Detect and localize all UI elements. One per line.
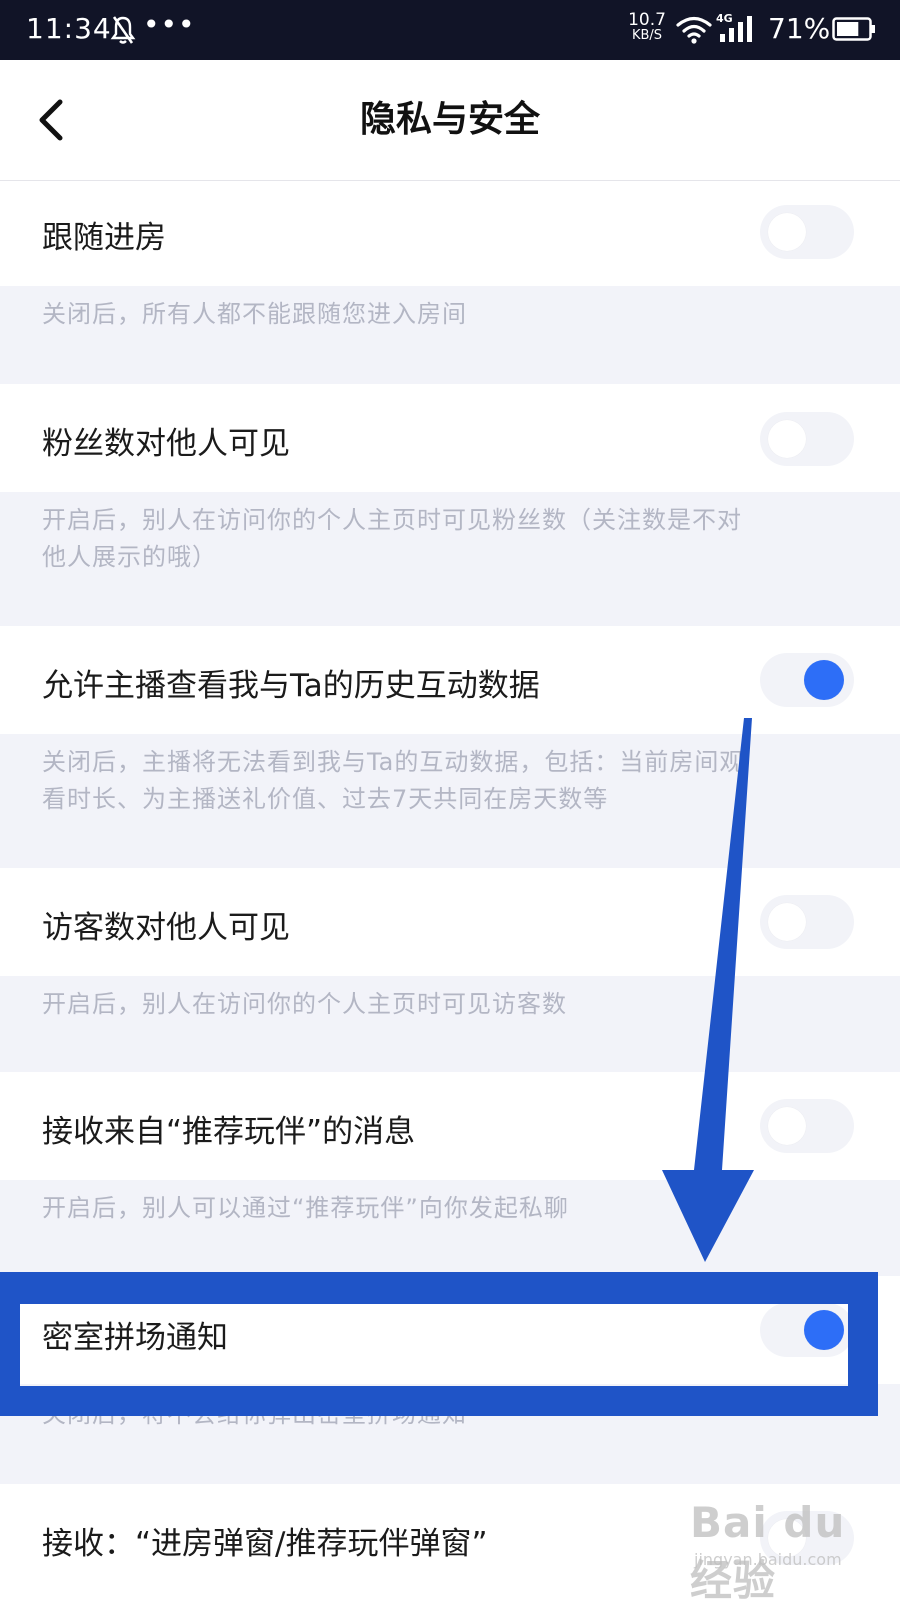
setting-description: 关闭后，主播将无法看到我与Ta的互动数据，包括：当前房间观 <box>42 748 745 776</box>
setting-label: 密室拼场通知 <box>42 1320 228 1356</box>
setting-description: 开启后，别人在访问你的个人主页时可见访客数 <box>42 990 567 1018</box>
notifications-off-icon <box>110 16 136 44</box>
setting-description: 看时长、为主播送礼价值、过去7天共同在房天数等 <box>42 785 609 813</box>
toggle-fans-visible[interactable] <box>760 412 854 466</box>
status-time: 11:34 <box>26 12 112 45</box>
setting-description: 开启后，别人可以通过“推荐玩伴”向你发起私聊 <box>42 1194 569 1222</box>
signal-icon: 4G <box>716 12 762 46</box>
setting-escape-room-notice: 密室拼场通知 <box>0 1276 900 1384</box>
setting-recommend-partner-messages: 接收来自“推荐玩伴”的消息 <box>0 1072 900 1180</box>
title-bar: 隐私与安全 <box>0 60 900 181</box>
toggle-knob <box>804 660 844 700</box>
toggle-knob <box>768 903 806 941</box>
setting-follow-into-room: 跟随进房 <box>0 181 900 286</box>
battery-icon <box>832 17 875 41</box>
battery-percent: 71% <box>768 12 831 45</box>
watermark-url: jingyan.baidu.com <box>694 1550 842 1569</box>
toggle-knob <box>768 1107 806 1145</box>
toggle-recommend-partner-messages[interactable] <box>760 1099 854 1153</box>
setting-label: 接收：“进房弹窗/推荐玩伴弹窗” <box>42 1526 488 1562</box>
status-bar: 11:34 ••• 10.7 KB/S 4G 71% <box>0 0 900 60</box>
setting-label: 允许主播查看我与Ta的历史互动数据 <box>42 668 540 704</box>
more-status-icon: ••• <box>143 8 196 41</box>
network-speed-value: 10.7 <box>628 10 666 30</box>
setting-label: 粉丝数对他人可见 <box>42 426 290 462</box>
setting-label: 跟随进房 <box>42 220 166 256</box>
toggle-follow-into-room[interactable] <box>760 205 854 259</box>
screen: 11:34 ••• 10.7 KB/S 4G 71% 隐私与安全 跟随进房 关闭… <box>0 0 900 1600</box>
network-speed-unit: KB/S <box>631 28 663 43</box>
setting-description: 开启后，别人在访问你的个人主页时可见粉丝数（关注数是不对 <box>42 506 742 534</box>
setting-label: 访客数对他人可见 <box>42 910 290 946</box>
toggle-knob <box>804 1310 844 1350</box>
watermark-logo: Bai du 经验 <box>690 1498 846 1600</box>
setting-history-interaction: 允许主播查看我与Ta的历史互动数据 <box>0 626 900 734</box>
toggle-knob <box>768 420 806 458</box>
setting-description: 关闭后，将不会给你弹出密室拼场通知 <box>42 1400 467 1428</box>
toggle-escape-room-notice[interactable] <box>760 1303 854 1357</box>
setting-description: 关闭后，所有人都不能跟随您进入房间 <box>42 300 467 328</box>
wifi-icon <box>676 16 712 44</box>
page-title: 隐私与安全 <box>359 99 540 140</box>
network-speed: 10.7 KB/S <box>624 12 670 44</box>
setting-description: 他人展示的哦） <box>42 543 217 571</box>
setting-fans-visible: 粉丝数对他人可见 <box>0 384 900 492</box>
back-button[interactable] <box>30 95 80 145</box>
baidu-jingyan-watermark: Bai du 经验 jingyan.baidu.com <box>690 1498 890 1600</box>
toggle-history-interaction[interactable] <box>760 653 854 707</box>
setting-label: 接收来自“推荐玩伴”的消息 <box>42 1114 416 1150</box>
toggle-visitors-visible[interactable] <box>760 895 854 949</box>
setting-visitors-visible: 访客数对他人可见 <box>0 868 900 976</box>
toggle-knob <box>768 213 806 251</box>
